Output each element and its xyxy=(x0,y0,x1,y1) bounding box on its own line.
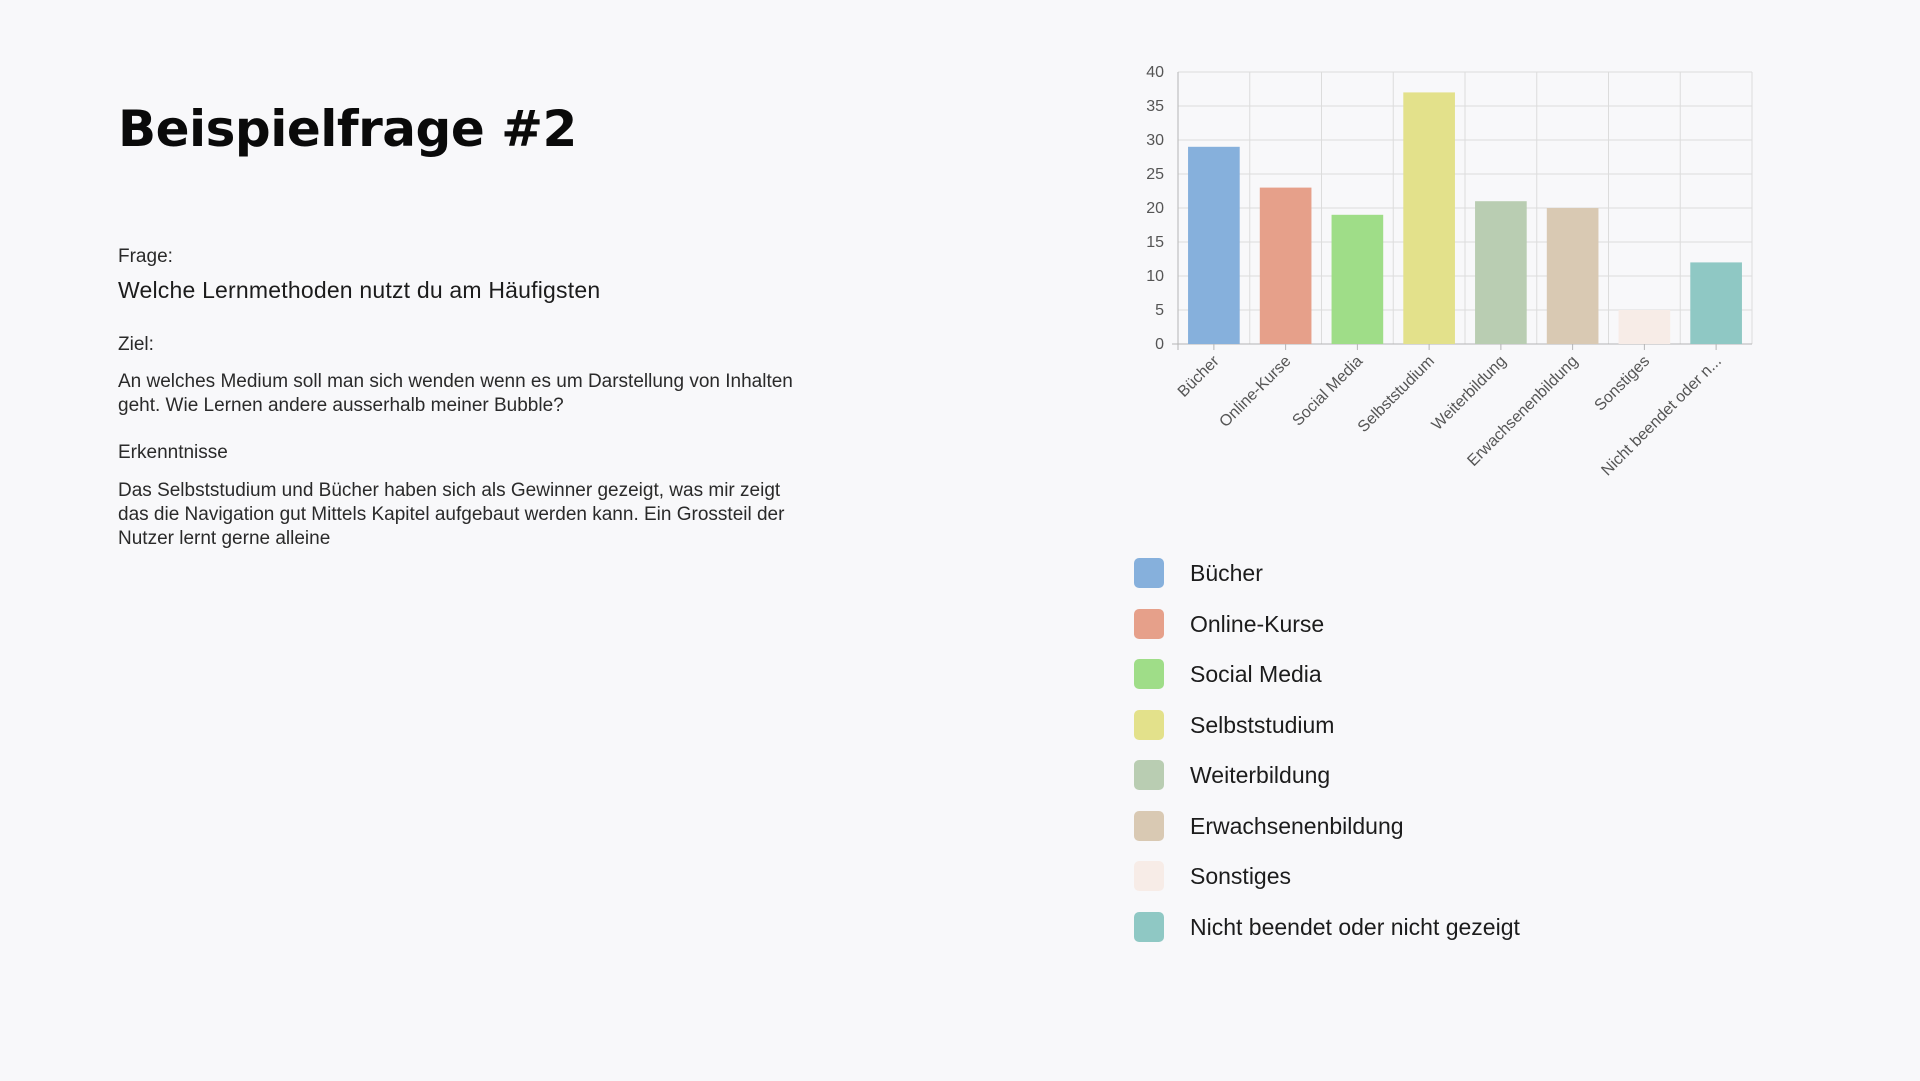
y-tick-label: 15 xyxy=(1146,234,1164,251)
legend-label: Weiterbildung xyxy=(1190,762,1331,788)
legend-swatch xyxy=(1134,861,1164,891)
erkenntnisse-text: Das Selbststudium und Bücher haben sich … xyxy=(118,480,785,549)
y-tick-label: 0 xyxy=(1155,336,1164,353)
ziel-text: An welches Medium soll man sich wenden w… xyxy=(118,371,793,416)
ziel-label: Ziel: xyxy=(118,334,154,355)
legend-label: Online-Kurse xyxy=(1190,610,1325,637)
y-tick-label: 35 xyxy=(1146,98,1164,115)
legend-label: Social Media xyxy=(1190,661,1322,687)
bar-chart: 0 5 10 15 20 25 30 35 40 BücherOnline-KurseSocial… xyxy=(1146,64,1753,479)
legend-swatch xyxy=(1134,810,1164,841)
bar-3 xyxy=(1403,92,1455,345)
x-tick-label: Online-Kurse xyxy=(1216,353,1294,431)
legend-swatch xyxy=(1134,608,1164,639)
ziel-text-section: An welches Medium soll man sich wenden w… xyxy=(118,370,798,418)
frage-text: Welche Lernmethoden nutzt du am Häufigst… xyxy=(118,277,601,303)
legend-label: Nicht beendet oder nicht gezeigt xyxy=(1190,913,1520,940)
x-tick-label: Weiterbildung xyxy=(1429,353,1510,434)
x-tick-label: Sonstiges xyxy=(1591,353,1653,415)
bar-4 xyxy=(1475,201,1527,344)
x-tick-label: Social Media xyxy=(1289,353,1366,430)
legend-label: Selbststudium xyxy=(1190,711,1335,738)
bar-1 xyxy=(1259,187,1312,344)
erkenntnisse-text-section: Das Selbststudium und Bücher haben sich … xyxy=(118,479,798,551)
frage-section: Frage: xyxy=(118,246,798,268)
x-tick-label: Bücher xyxy=(1175,352,1223,400)
legend-swatch xyxy=(1134,558,1164,588)
bar-5 xyxy=(1546,208,1599,344)
x-tick-label: Nicht beendet oder n... xyxy=(1598,353,1724,479)
x-tick-label: Selbststudium xyxy=(1355,353,1438,436)
y-tick-label: 10 xyxy=(1146,268,1164,285)
frage-label: Frage: xyxy=(118,246,173,267)
erkenntnisse-section: Erkenntnisse xyxy=(118,442,798,464)
erkenntnisse-label: Erkenntnisse xyxy=(118,442,228,463)
y-tick-label: 30 xyxy=(1146,132,1164,149)
legend-label: Sonstiges xyxy=(1190,863,1292,889)
legend-swatch xyxy=(1134,911,1164,942)
legend-swatch xyxy=(1134,659,1164,689)
y-tick-label: 40 xyxy=(1146,64,1164,81)
legend-swatch xyxy=(1134,760,1164,790)
page-title: Beispielfrage #2 xyxy=(118,100,577,158)
bar-7 xyxy=(1690,262,1742,344)
y-tick-label: 20 xyxy=(1146,200,1164,217)
bar-0 xyxy=(1188,146,1240,344)
ziel-section: Ziel: xyxy=(118,334,798,356)
bar-2 xyxy=(1331,214,1384,344)
legend-swatch xyxy=(1134,709,1164,740)
legend-label: Erwachsenenbildung xyxy=(1190,812,1404,839)
y-tick-label: 25 xyxy=(1146,166,1164,183)
bar-6 xyxy=(1618,310,1671,344)
frage-text-section: Welche Lernmethoden nutzt du am Häufigst… xyxy=(118,277,798,304)
legend-label: Bücher xyxy=(1190,560,1263,586)
y-tick-label: 5 xyxy=(1155,302,1164,319)
